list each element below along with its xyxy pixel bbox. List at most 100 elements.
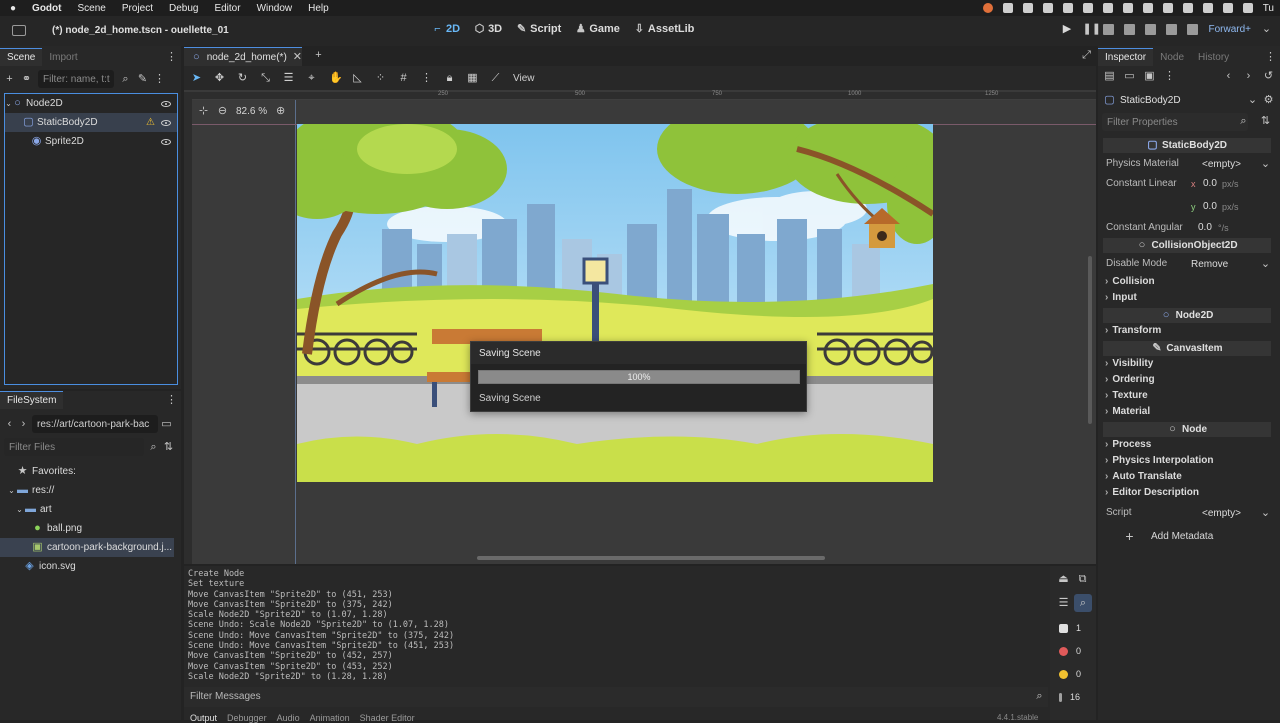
clock-icon[interactable] — [1202, 3, 1213, 13]
filter-files-input[interactable]: Filter Files — [4, 438, 144, 456]
new-resource-icon[interactable]: ▤ — [1104, 71, 1115, 82]
group-auto-translate[interactable]: Auto Translate — [1105, 471, 1181, 482]
center-view-icon[interactable]: ⊹ — [198, 106, 209, 117]
tab-scene[interactable]: Scene — [0, 48, 43, 66]
back-icon[interactable]: ‹ — [1223, 71, 1234, 82]
play-icon[interactable]: ▶ — [1061, 24, 1072, 35]
scene-filter-input[interactable]: Filter: name, t:t — [38, 70, 114, 88]
view-menu[interactable]: View — [513, 73, 535, 84]
menu-editor[interactable]: Editor — [214, 3, 240, 14]
renderer-select[interactable]: Forward+ — [1208, 24, 1251, 35]
chevron-down-icon[interactable]: ⌄ — [1247, 94, 1258, 106]
cast-icon[interactable] — [1162, 3, 1173, 13]
visibility-icon[interactable] — [161, 119, 171, 126]
dock-menu-icon[interactable]: ⋮ — [1265, 51, 1276, 63]
movie-icon[interactable] — [1166, 24, 1178, 35]
ruler-tool-icon[interactable]: ◺ — [352, 72, 363, 84]
clear-output-icon[interactable]: ⏏ — [1058, 574, 1069, 585]
split-view-icon[interactable]: ▭ — [161, 418, 172, 430]
pause-icon[interactable]: ❚❚ — [1082, 24, 1100, 35]
back-icon[interactable]: ‹ — [4, 418, 15, 430]
sprite2d-park-background[interactable] — [297, 124, 933, 482]
chevron-down-icon[interactable]: ⌄ — [1260, 159, 1271, 170]
visibility-icon[interactable] — [161, 138, 171, 145]
more-icon[interactable]: ⋮ — [421, 72, 432, 84]
search-icon[interactable]: ⌕ — [148, 441, 159, 453]
group-editor-description[interactable]: Editor Description — [1105, 487, 1199, 498]
select-tool-icon[interactable]: ➤ — [191, 72, 202, 84]
record-icon[interactable] — [982, 3, 993, 13]
chat-icon[interactable] — [1022, 3, 1033, 13]
canvas-viewport[interactable]: ➤ ✥ ↻ ⤡ ☰ ⌖ ✋ ◺ ⁘ # ⋮ 🔒︎ ▦ ⟋ View 250 50… — [184, 66, 1096, 564]
history-icon[interactable]: ↺ — [1263, 71, 1274, 82]
workspace-script[interactable]: ✎ Script — [516, 23, 561, 35]
folder-art[interactable]: ⌄ ▬ art — [0, 500, 181, 519]
tab-node[interactable]: Node — [1153, 48, 1191, 66]
dock-menu-icon[interactable]: ⋮ — [166, 51, 177, 63]
remote-debug-icon[interactable] — [1187, 24, 1199, 35]
file-ball[interactable]: ● ball.png — [0, 519, 181, 538]
group-visibility[interactable]: Visibility — [1105, 358, 1153, 369]
grid-snap-icon[interactable]: # — [398, 72, 409, 84]
messages-count-toggle[interactable]: 1 — [1050, 619, 1096, 637]
constant-linear-y[interactable]: 0.0 — [1203, 201, 1217, 212]
filter-properties-input[interactable]: Filter Properties — [1102, 113, 1248, 131]
tab-animation[interactable]: Animation — [310, 713, 350, 723]
tree-node-staticbody2d[interactable]: ▢ StaticBody2D ⚠ — [5, 113, 177, 132]
tab-import[interactable]: Import — [42, 48, 84, 66]
play-icon[interactable] — [1062, 3, 1073, 13]
smart-snap-icon[interactable]: ⁘ — [375, 72, 386, 84]
group-input[interactable]: Input — [1105, 292, 1136, 303]
play-scene-icon[interactable] — [1124, 24, 1136, 35]
more-icon[interactable]: ⋮ — [1164, 71, 1175, 82]
search-icon[interactable]: ⌕ — [120, 73, 131, 85]
bone-icon[interactable]: ⟋ — [490, 72, 501, 84]
tab-debugger[interactable]: Debugger — [227, 713, 267, 723]
close-icon[interactable]: ✕ — [293, 51, 302, 63]
group-ordering[interactable]: Ordering — [1105, 374, 1154, 385]
chevron-down-icon[interactable]: ⌄ — [1260, 259, 1271, 270]
move-tool-icon[interactable]: ✥ — [214, 72, 225, 84]
distraction-free-icon[interactable]: ⤢ — [1081, 50, 1092, 61]
disable-mode-value[interactable]: Remove — [1191, 259, 1228, 270]
filter-messages-input[interactable]: Filter Messages — [184, 687, 1048, 707]
lock-icon[interactable]: 🔒︎ — [444, 72, 455, 84]
keyboard-icon[interactable] — [1102, 3, 1113, 13]
errors-count-toggle[interactable]: 0 — [1050, 642, 1096, 660]
tree-node-node2d[interactable]: ⌄ ○ Node2D — [5, 94, 177, 113]
pan-tool-icon[interactable]: ✋ — [329, 72, 343, 84]
property-options-icon[interactable]: ⇅ — [1260, 116, 1271, 127]
group-collision[interactable]: Collision — [1105, 276, 1154, 287]
tree-node-sprite2d[interactable]: ◉ Sprite2D — [5, 132, 177, 151]
tab-history[interactable]: History — [1191, 48, 1236, 66]
play-custom-icon[interactable] — [1145, 24, 1157, 35]
zoom-in-icon[interactable]: ⊕ — [275, 106, 286, 117]
rotate-tool-icon[interactable]: ↻ — [237, 72, 248, 84]
sort-icon[interactable]: ⇅ — [163, 441, 174, 453]
script-attach-icon[interactable]: ✎ — [137, 73, 148, 85]
group-icon[interactable]: ▦ — [467, 72, 478, 84]
wifi-icon[interactable] — [1122, 3, 1133, 13]
group-material[interactable]: Material — [1105, 406, 1150, 417]
add-tab-icon[interactable]: + — [313, 50, 324, 61]
sync-icon[interactable] — [1002, 3, 1013, 13]
filter-icon[interactable]: ☰ — [1058, 598, 1069, 609]
visibility-icon[interactable] — [161, 100, 171, 107]
menu-help[interactable]: Help — [308, 3, 329, 14]
workspace-game[interactable]: ♟ Game — [575, 23, 620, 35]
tab-shader-editor[interactable]: Shader Editor — [360, 713, 415, 723]
forward-icon[interactable]: › — [18, 418, 29, 430]
save-resource-icon[interactable]: ▣ — [1144, 71, 1155, 82]
vertical-scrollbar[interactable] — [1088, 256, 1092, 424]
menu-scene[interactable]: Scene — [77, 3, 105, 14]
search-toggle-icon[interactable]: ⌕ — [1074, 594, 1092, 612]
physics-material-value[interactable]: <empty> — [1202, 159, 1241, 170]
group-transform[interactable]: Transform — [1105, 325, 1161, 336]
window-icon[interactable] — [1182, 3, 1193, 13]
constant-angular-value[interactable]: 0.0 — [1198, 222, 1212, 233]
group-physics-interpolation[interactable]: Physics Interpolation — [1105, 455, 1213, 466]
tab-inspector[interactable]: Inspector — [1098, 48, 1154, 66]
tab-filesystem[interactable]: FileSystem — [0, 391, 64, 409]
copy-icon[interactable]: ⧉ — [1077, 574, 1088, 585]
list-tool-icon[interactable]: ☰ — [283, 72, 294, 84]
